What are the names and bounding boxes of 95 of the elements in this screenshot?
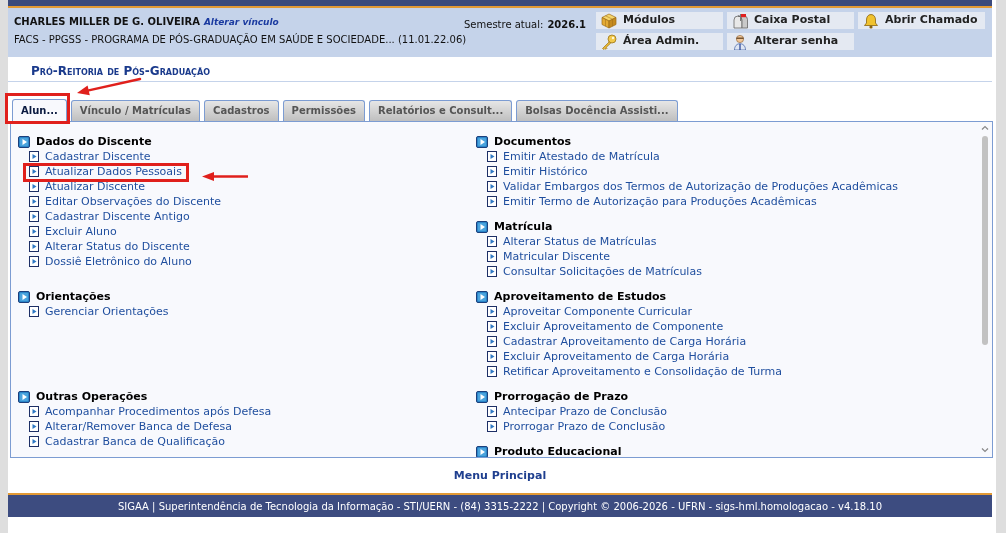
- semester-label: Semestre atual:: [464, 18, 544, 31]
- play-outline-icon: [29, 241, 39, 252]
- play-outline-icon: [29, 306, 39, 317]
- play-outline-icon: [487, 306, 497, 317]
- play-outline-icon: [487, 251, 497, 262]
- shortcut-button[interactable]: Caixa Postal: [727, 12, 854, 29]
- play-square-icon: [18, 390, 30, 403]
- play-outline-icon: [487, 336, 497, 347]
- shortcut-button[interactable]: Alterar senha: [727, 33, 854, 50]
- section-title: Produto Educacional: [494, 444, 622, 457]
- menu-link[interactable]: Alterar Status de Matrículas: [503, 234, 657, 249]
- callout-arrow: [200, 171, 249, 182]
- scrollbar-thumb[interactable]: [982, 136, 988, 345]
- person-icon: [732, 33, 748, 50]
- unit-label: FACS - PPGSS - PROGRAMA DE PÓS-GRADUAÇÃO EM SAÚDE E SOCIEDADE... (11.01.22.06): [14, 33, 467, 46]
- cube-icon: [601, 12, 617, 29]
- play-outline-icon: [29, 421, 39, 432]
- play-outline-icon: [29, 406, 39, 417]
- menu-link[interactable]: Cadastrar Discente: [45, 149, 151, 164]
- main-menu-link[interactable]: Menu Principal: [453, 468, 547, 483]
- menu-link[interactable]: Excluir Aproveitamento de Carga Horária: [503, 349, 730, 364]
- play-outline-icon: [487, 196, 497, 207]
- bell-icon: [863, 12, 879, 29]
- shortcut-button[interactable]: Área Admin.: [596, 33, 723, 50]
- shortcut-button[interactable]: Abrir Chamado: [858, 12, 985, 29]
- menu-link[interactable]: Aproveitar Componente Curricular: [503, 304, 692, 319]
- play-outline-icon: [29, 256, 39, 267]
- menu-link[interactable]: Editar Observações do Discente: [45, 194, 222, 209]
- play-outline-icon: [487, 266, 497, 277]
- play-outline-icon: [29, 226, 39, 237]
- menu-link[interactable]: Emitir Termo de Autorização para Produções Acadêmicas: [503, 194, 817, 209]
- play-outline-icon: [29, 196, 39, 207]
- play-outline-icon: [29, 181, 39, 192]
- tab[interactable]: Relatórios e Consult...: [368, 99, 513, 121]
- menu-link[interactable]: Retificar Aproveitamento e Consolidação de Turma: [503, 364, 782, 379]
- scroll-down-icon: [981, 448, 989, 453]
- play-outline-icon: [487, 151, 497, 162]
- section-title: Matrícula: [494, 219, 553, 234]
- menu-link[interactable]: Acompanhar Procedimentos após Defesa: [45, 404, 272, 419]
- menu-link[interactable]: Matricular Discente: [503, 249, 611, 264]
- section-title: Dados do Discente: [36, 134, 152, 149]
- menu-link[interactable]: Atualizar Dados Pessoais: [45, 164, 182, 179]
- play-outline-icon: [487, 406, 497, 417]
- play-square-icon: [18, 290, 30, 303]
- menu-link[interactable]: Excluir Aproveitamento de Componente: [503, 319, 724, 334]
- tab[interactable]: Alun...: [12, 99, 67, 121]
- tab[interactable]: Permissões: [282, 99, 365, 121]
- footer-text: SIGAA | Superintendência de Tecnologia da Informação - STI/UERN - (84) 3315-2222 | Copyright © 2006-2026 - UFRN - sigs-hml.homologacao - v4.18.10: [117, 499, 883, 513]
- menu-link[interactable]: Gerenciar Orientações: [45, 304, 169, 319]
- play-outline-icon: [487, 181, 497, 192]
- play-outline-icon: [29, 151, 39, 162]
- play-outline-icon: [487, 351, 497, 362]
- menu-link[interactable]: Cadastrar Banca de Qualificação: [45, 434, 225, 449]
- shortcut-button[interactable]: Módulos: [596, 12, 723, 29]
- section-title: Documentos: [494, 134, 572, 149]
- menu-link[interactable]: Excluir Aluno: [45, 224, 117, 239]
- menu-link[interactable]: Alterar Status do Discente: [45, 239, 190, 254]
- page-title: Pró-Reitoria de Pós-Graduação: [31, 64, 210, 79]
- menu-link[interactable]: Prorrogar Prazo de Conclusão: [503, 419, 666, 434]
- play-square-icon: [476, 220, 488, 233]
- section-title: Orientações: [36, 289, 111, 304]
- mailbox-icon: [732, 12, 748, 29]
- play-outline-icon: [29, 211, 39, 222]
- key-icon: [601, 33, 617, 50]
- play-outline-icon: [487, 321, 497, 332]
- menu-link[interactable]: Alterar/Remover Banca de Defesa: [45, 419, 232, 434]
- menu-link[interactable]: Consultar Solicitações de Matrículas: [503, 264, 702, 279]
- play-outline-icon: [487, 236, 497, 247]
- play-outline-icon: [29, 166, 39, 177]
- section-title: Outras Operações: [36, 389, 148, 404]
- section-title: Prorrogação de Prazo: [494, 389, 629, 404]
- play-square-icon: [476, 290, 488, 303]
- play-square-icon: [18, 135, 30, 148]
- menu-link[interactable]: Emitir Atestado de Matrícula: [503, 149, 660, 164]
- semester-value: 2026.1: [547, 18, 586, 31]
- menu-link[interactable]: Emitir Histórico: [503, 164, 588, 179]
- menu-link[interactable]: Validar Embargos dos Termos de Autorização de Produções Acadêmicas: [503, 179, 898, 194]
- menu-link[interactable]: Cadastrar Discente Antigo: [45, 209, 190, 224]
- play-square-icon: [476, 390, 488, 403]
- scroll-up-icon: [981, 125, 989, 130]
- switch-link[interactable]: Alterar vínculo: [203, 16, 279, 29]
- menu-link[interactable]: Antecipar Prazo de Conclusão: [503, 404, 668, 419]
- menu-link[interactable]: Dossiê Eletrônico do Aluno: [45, 254, 192, 269]
- tab[interactable]: Vínculo / Matrículas: [70, 99, 201, 121]
- user-name: CHARLES MILLER DE G. OLIVEIRA: [14, 15, 200, 28]
- tab[interactable]: Bolsas Docência Assisti...: [516, 99, 678, 121]
- tab[interactable]: Cadastros: [204, 99, 279, 121]
- play-outline-icon: [29, 436, 39, 447]
- play-outline-icon: [487, 421, 497, 432]
- menu-link[interactable]: Atualizar Discente: [45, 179, 146, 194]
- section-title: Aproveitamento de Estudos: [494, 289, 667, 304]
- play-square-icon: [476, 135, 488, 148]
- menu-link[interactable]: Cadastrar Aproveitamento de Carga Horária: [503, 334, 747, 349]
- play-outline-icon: [487, 166, 497, 177]
- play-outline-icon: [487, 366, 497, 377]
